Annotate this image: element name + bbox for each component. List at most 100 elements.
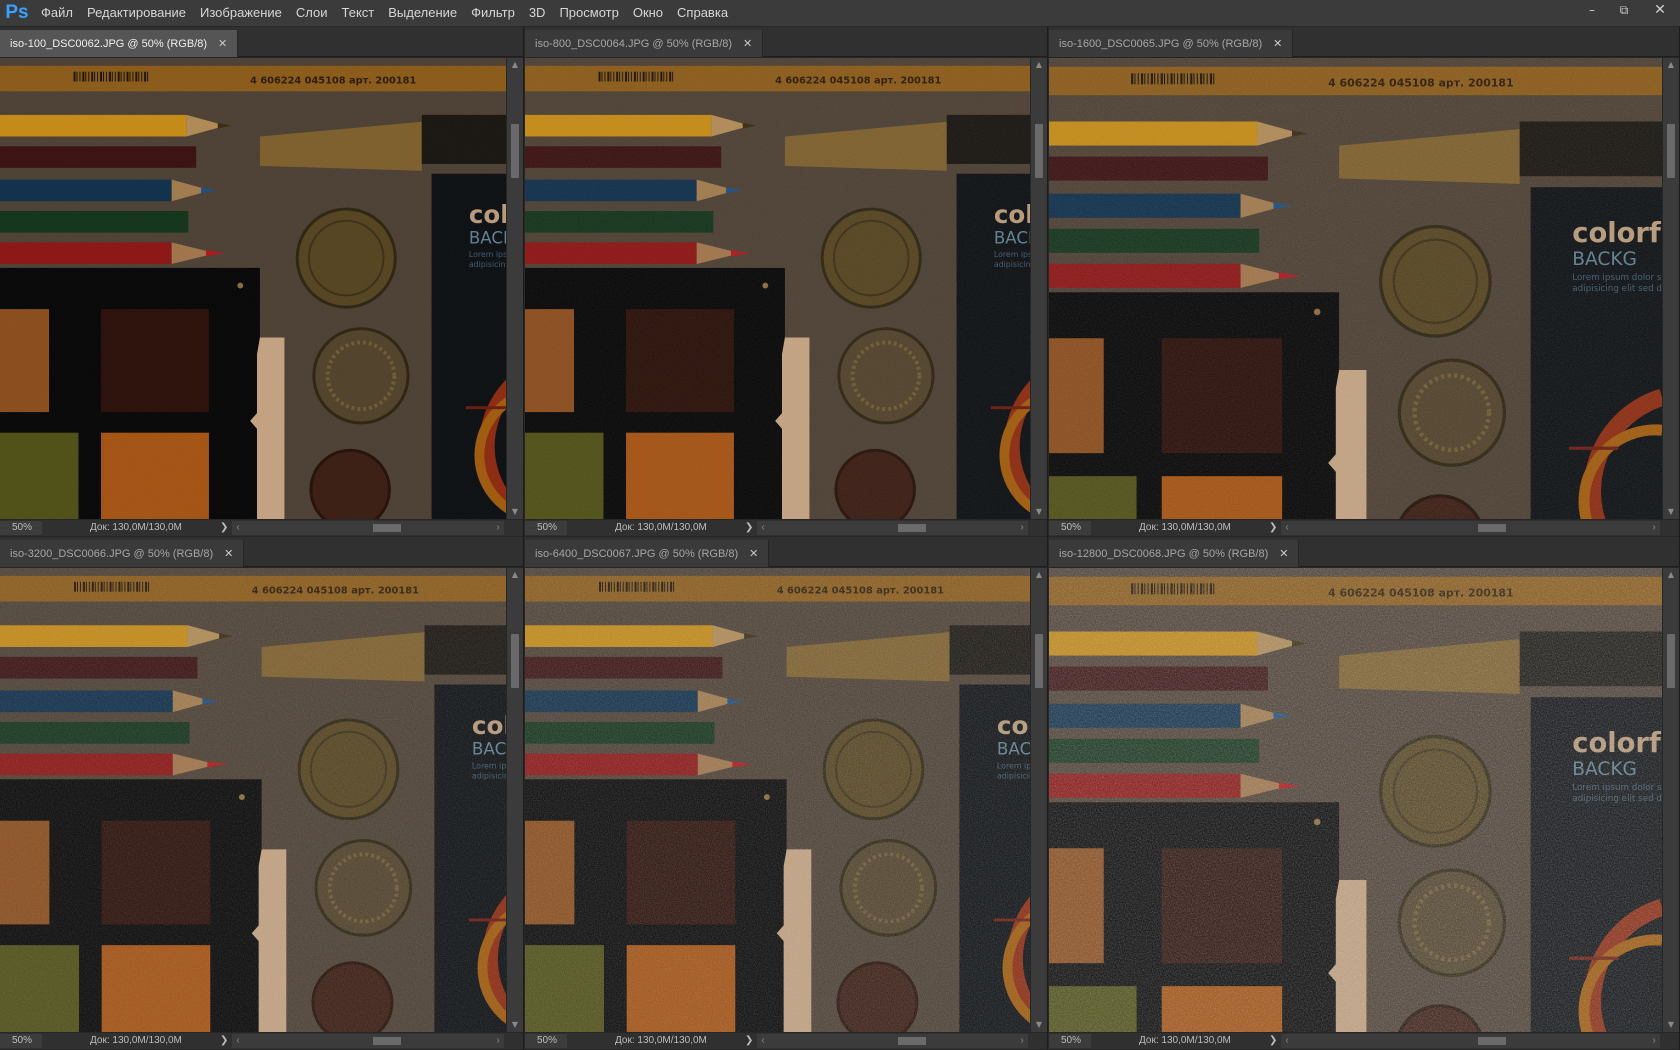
- scroll-right-arrow-icon[interactable]: ›: [1648, 521, 1660, 535]
- menu-filter[interactable]: Фильтр: [464, 0, 522, 26]
- document-canvas[interactable]: 4 606224 045108 арт. 200181colorfBACKGLo…: [525, 568, 1030, 1032]
- menu-select[interactable]: Выделение: [381, 0, 464, 26]
- photo-svg: 4 606224 045108 арт. 200181colorfBACKGLo…: [525, 568, 1030, 1032]
- horizontal-scrollbar[interactable]: ‹ ›: [232, 521, 504, 535]
- vertical-scrollbar[interactable]: ▲ ▼: [1663, 58, 1679, 519]
- scroll-left-arrow-icon[interactable]: ‹: [1281, 521, 1293, 535]
- scroll-up-arrow-icon[interactable]: ▲: [507, 568, 523, 582]
- sensor-noise-overlay: [0, 568, 506, 1032]
- document-tab-title: iso-12800_DSC0068.JPG @ 50% (RGB/8): [1059, 547, 1269, 560]
- vertical-scrollbar[interactable]: ▲ ▼: [1031, 568, 1047, 1032]
- status-bar: 50% Док: 130,0M/130,0M ❯ ‹ ›: [525, 520, 1047, 536]
- menu-view[interactable]: Просмотр: [552, 0, 625, 26]
- scroll-right-arrow-icon[interactable]: ›: [1016, 521, 1028, 535]
- vertical-scroll-thumb[interactable]: [1035, 634, 1043, 688]
- scroll-down-arrow-icon[interactable]: ▼: [507, 505, 523, 519]
- menu-type[interactable]: Текст: [335, 0, 382, 26]
- horizontal-scroll-thumb[interactable]: [1478, 1037, 1506, 1045]
- document-canvas[interactable]: 4 606224 045108 арт. 200181colorfBACKGLo…: [0, 568, 506, 1032]
- status-menu-arrow-icon[interactable]: ❯: [745, 1033, 753, 1049]
- zoom-level-field[interactable]: 50%: [0, 1034, 42, 1048]
- document-tab[interactable]: iso-6400_DSC0067.JPG @ 50% (RGB/8) ✕: [525, 540, 770, 567]
- scroll-left-arrow-icon[interactable]: ‹: [757, 521, 769, 535]
- vertical-scroll-thumb[interactable]: [1035, 124, 1043, 178]
- zoom-level-field[interactable]: 50%: [1049, 1034, 1091, 1048]
- close-tab-icon[interactable]: ✕: [749, 547, 758, 560]
- zoom-level-field[interactable]: 50%: [525, 521, 567, 535]
- horizontal-scroll-thumb[interactable]: [373, 524, 401, 532]
- menu-help[interactable]: Справка: [670, 0, 735, 26]
- scroll-right-arrow-icon[interactable]: ›: [492, 1034, 504, 1048]
- minimize-button[interactable]: –: [1576, 0, 1608, 20]
- document-tab[interactable]: iso-800_DSC0064.JPG @ 50% (RGB/8) ✕: [525, 30, 764, 57]
- document-tab-title: iso-800_DSC0064.JPG @ 50% (RGB/8): [535, 37, 733, 50]
- scroll-down-arrow-icon[interactable]: ▼: [1663, 505, 1679, 519]
- close-tab-icon[interactable]: ✕: [1279, 547, 1288, 560]
- close-tab-icon[interactable]: ✕: [218, 37, 227, 50]
- scroll-left-arrow-icon[interactable]: ‹: [232, 521, 244, 535]
- vertical-scroll-thumb[interactable]: [511, 124, 519, 178]
- close-tab-icon[interactable]: ✕: [1273, 37, 1282, 50]
- status-menu-arrow-icon[interactable]: ❯: [1269, 1033, 1277, 1049]
- document-size-info: Док: 130,0M/130,0M: [1139, 522, 1231, 533]
- horizontal-scrollbar[interactable]: ‹ ›: [757, 521, 1028, 535]
- document-tab[interactable]: iso-3200_DSC0066.JPG @ 50% (RGB/8) ✕: [0, 540, 245, 567]
- status-menu-arrow-icon[interactable]: ❯: [1269, 520, 1277, 536]
- scroll-up-arrow-icon[interactable]: ▲: [1663, 58, 1679, 72]
- menu-layers[interactable]: Слои: [289, 0, 335, 26]
- scroll-up-arrow-icon[interactable]: ▲: [1663, 568, 1679, 582]
- restore-button[interactable]: ⧉: [1608, 0, 1640, 20]
- close-tab-icon[interactable]: ✕: [224, 547, 233, 560]
- vertical-scrollbar[interactable]: ▲ ▼: [507, 568, 523, 1032]
- document-window-1: iso-100_DSC0062.JPG @ 50% (RGB/8) ✕ 4 60…: [0, 27, 524, 537]
- menu-image[interactable]: Изображение: [193, 0, 289, 26]
- horizontal-scroll-thumb[interactable]: [373, 1037, 401, 1045]
- document-canvas[interactable]: 4 606224 045108 арт. 200181colorfBACKGLo…: [0, 58, 506, 519]
- scroll-right-arrow-icon[interactable]: ›: [492, 521, 504, 535]
- menu-file[interactable]: Файл: [34, 0, 80, 26]
- vertical-scrollbar[interactable]: ▲ ▼: [1663, 568, 1679, 1032]
- status-menu-arrow-icon[interactable]: ❯: [220, 520, 228, 536]
- scroll-left-arrow-icon[interactable]: ‹: [1281, 1034, 1293, 1048]
- document-canvas[interactable]: 4 606224 045108 арт. 200181colorfBACKGLo…: [525, 58, 1030, 519]
- zoom-level-field[interactable]: 50%: [1049, 521, 1091, 535]
- horizontal-scrollbar[interactable]: ‹ ›: [1281, 1034, 1660, 1048]
- horizontal-scrollbar[interactable]: ‹ ›: [232, 1034, 504, 1048]
- vertical-scrollbar[interactable]: ▲ ▼: [507, 58, 523, 519]
- scroll-right-arrow-icon[interactable]: ›: [1016, 1034, 1028, 1048]
- scroll-left-arrow-icon[interactable]: ‹: [757, 1034, 769, 1048]
- scroll-down-arrow-icon[interactable]: ▼: [1031, 505, 1047, 519]
- vertical-scroll-thumb[interactable]: [1667, 634, 1675, 688]
- document-canvas[interactable]: 4 606224 045108 арт. 200181colorfBACKGLo…: [1049, 58, 1662, 519]
- menu-3d[interactable]: 3D: [522, 0, 553, 26]
- document-tab-title: iso-6400_DSC0067.JPG @ 50% (RGB/8): [535, 547, 739, 560]
- vertical-scroll-thumb[interactable]: [1667, 124, 1675, 178]
- scroll-left-arrow-icon[interactable]: ‹: [232, 1034, 244, 1048]
- scroll-down-arrow-icon[interactable]: ▼: [1663, 1018, 1679, 1032]
- scroll-up-arrow-icon[interactable]: ▲: [1031, 568, 1047, 582]
- document-tab[interactable]: iso-1600_DSC0065.JPG @ 50% (RGB/8) ✕: [1049, 30, 1294, 57]
- scroll-up-arrow-icon[interactable]: ▲: [1031, 58, 1047, 72]
- scroll-right-arrow-icon[interactable]: ›: [1648, 1034, 1660, 1048]
- close-window-button[interactable]: ✕: [1640, 0, 1680, 20]
- vertical-scroll-thumb[interactable]: [511, 634, 519, 688]
- status-menu-arrow-icon[interactable]: ❯: [745, 520, 753, 536]
- document-tab[interactable]: iso-12800_DSC0068.JPG @ 50% (RGB/8) ✕: [1049, 540, 1300, 567]
- horizontal-scroll-thumb[interactable]: [898, 524, 926, 532]
- scroll-down-arrow-icon[interactable]: ▼: [507, 1018, 523, 1032]
- menu-window[interactable]: Окно: [626, 0, 670, 26]
- scroll-down-arrow-icon[interactable]: ▼: [1031, 1018, 1047, 1032]
- zoom-level-field[interactable]: 50%: [0, 521, 42, 535]
- vertical-scrollbar[interactable]: ▲ ▼: [1031, 58, 1047, 519]
- horizontal-scroll-thumb[interactable]: [1478, 524, 1506, 532]
- document-tab[interactable]: iso-100_DSC0062.JPG @ 50% (RGB/8) ✕: [0, 30, 239, 57]
- document-canvas[interactable]: 4 606224 045108 арт. 200181colorfBACKGLo…: [1049, 568, 1662, 1032]
- menu-edit[interactable]: Редактирование: [80, 0, 193, 26]
- status-menu-arrow-icon[interactable]: ❯: [220, 1033, 228, 1049]
- horizontal-scrollbar[interactable]: ‹ ›: [1281, 521, 1660, 535]
- horizontal-scrollbar[interactable]: ‹ ›: [757, 1034, 1028, 1048]
- zoom-level-field[interactable]: 50%: [525, 1034, 567, 1048]
- horizontal-scroll-thumb[interactable]: [898, 1037, 926, 1045]
- close-tab-icon[interactable]: ✕: [743, 37, 752, 50]
- scroll-up-arrow-icon[interactable]: ▲: [507, 58, 523, 72]
